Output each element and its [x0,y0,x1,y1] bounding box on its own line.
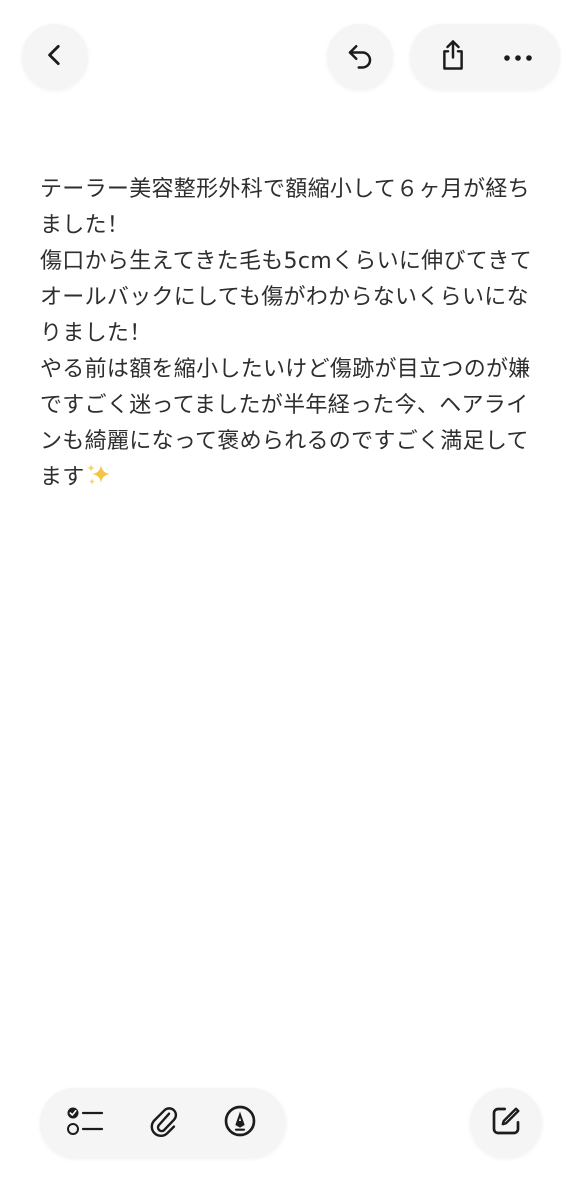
back-button[interactable] [22,24,88,90]
notes-screen: テーラー美容整形外科で額縮小して６ヶ月が経ちました！ 傷口から生えてきた毛も5c… [0,0,584,1200]
note-line-text: やる前は額を縮小したいけど傷跡が目立つのが嫌ですごく迷ってましたが半年経った今、… [40,357,531,490]
attachment-button[interactable] [135,1095,191,1151]
paperclip-icon [148,1104,178,1142]
share-more-group [410,24,560,90]
more-icon [502,48,534,67]
markup-pen-icon [224,1105,256,1141]
bottom-toolbar [40,1088,286,1158]
compose-button[interactable] [470,1088,542,1158]
undo-icon [345,40,375,74]
more-button[interactable] [490,29,546,85]
checklist-icon [66,1104,106,1142]
note-line: やる前は額を縮小したいけど傷跡が目立つのが嫌ですごく迷ってましたが半年経った今、… [40,352,550,500]
checklist-button[interactable] [58,1095,114,1151]
undo-button[interactable] [327,24,393,90]
note-line: 傷口から生えてきた毛も5cmくらいに伸びてきてオールバックにしても傷がわからない… [40,249,533,346]
markup-button[interactable] [212,1095,268,1151]
compose-icon [490,1105,522,1141]
note-body[interactable]: テーラー美容整形外科で額縮小して６ヶ月が経ちました！ 傷口から生えてきた毛も5c… [40,172,550,500]
share-icon [438,39,468,75]
chevron-left-icon [42,42,68,72]
sparkles-icon [85,462,113,500]
note-line: テーラー美容整形外科で額縮小して６ヶ月が経ちました！ [40,177,530,238]
share-button[interactable] [425,29,481,85]
